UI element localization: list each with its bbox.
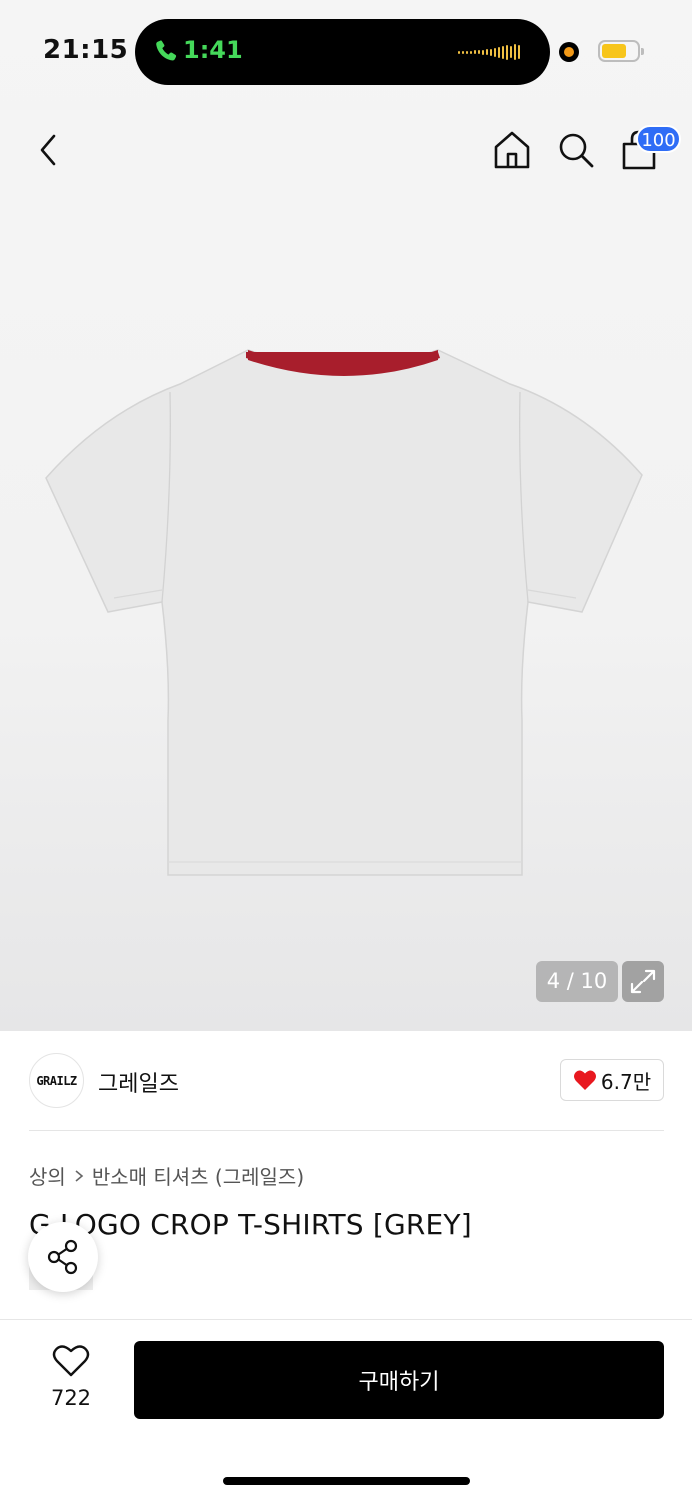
status-time: 21:15: [43, 35, 129, 65]
back-icon[interactable]: [34, 130, 66, 170]
brand-like-count: 6.7만: [600, 1069, 652, 1094]
breadcrumb-subcategory[interactable]: 반소매 티셔츠 (그레일즈): [92, 1161, 304, 1190]
product-photo-tshirt[interactable]: [40, 340, 650, 885]
brand-logo-text: GRAILZ: [36, 1073, 77, 1088]
fullscreen-icon[interactable]: [622, 961, 664, 1002]
divider: [29, 1130, 664, 1131]
search-icon[interactable]: [554, 128, 598, 172]
home-indicator[interactable]: [223, 1477, 470, 1485]
share-button[interactable]: [28, 1222, 98, 1292]
brand-name[interactable]: 그레일즈: [98, 1066, 179, 1098]
bottom-bar-divider: [0, 1319, 692, 1320]
battery-icon: [598, 40, 644, 62]
dynamic-island[interactable]: 1:41: [135, 19, 550, 85]
brand-logo[interactable]: GRAILZ: [29, 1053, 84, 1108]
call-duration: 1:41: [183, 36, 243, 64]
audio-wave-icon: [458, 41, 520, 63]
heart-filled-icon: [573, 1070, 596, 1090]
cart-count-badge: 100: [636, 125, 681, 153]
breadcrumb-category[interactable]: 상의: [29, 1161, 66, 1190]
wishlist-count: 722: [50, 1386, 92, 1410]
privacy-indicator-icon: [559, 42, 579, 62]
buy-button[interactable]: 구매하기: [134, 1341, 664, 1419]
share-icon: [47, 1239, 78, 1275]
home-icon[interactable]: [490, 128, 534, 172]
breadcrumb: 상의 반소매 티셔츠 (그레일즈): [29, 1161, 304, 1190]
wishlist-button[interactable]: 722: [40, 1344, 102, 1414]
phone-icon: [156, 40, 177, 61]
chevron-right-icon: [75, 1169, 84, 1182]
brand-like-button[interactable]: 6.7만: [560, 1059, 664, 1101]
heart-outline-icon: [52, 1345, 90, 1377]
gallery-counter: 4 / 10: [536, 961, 618, 1002]
